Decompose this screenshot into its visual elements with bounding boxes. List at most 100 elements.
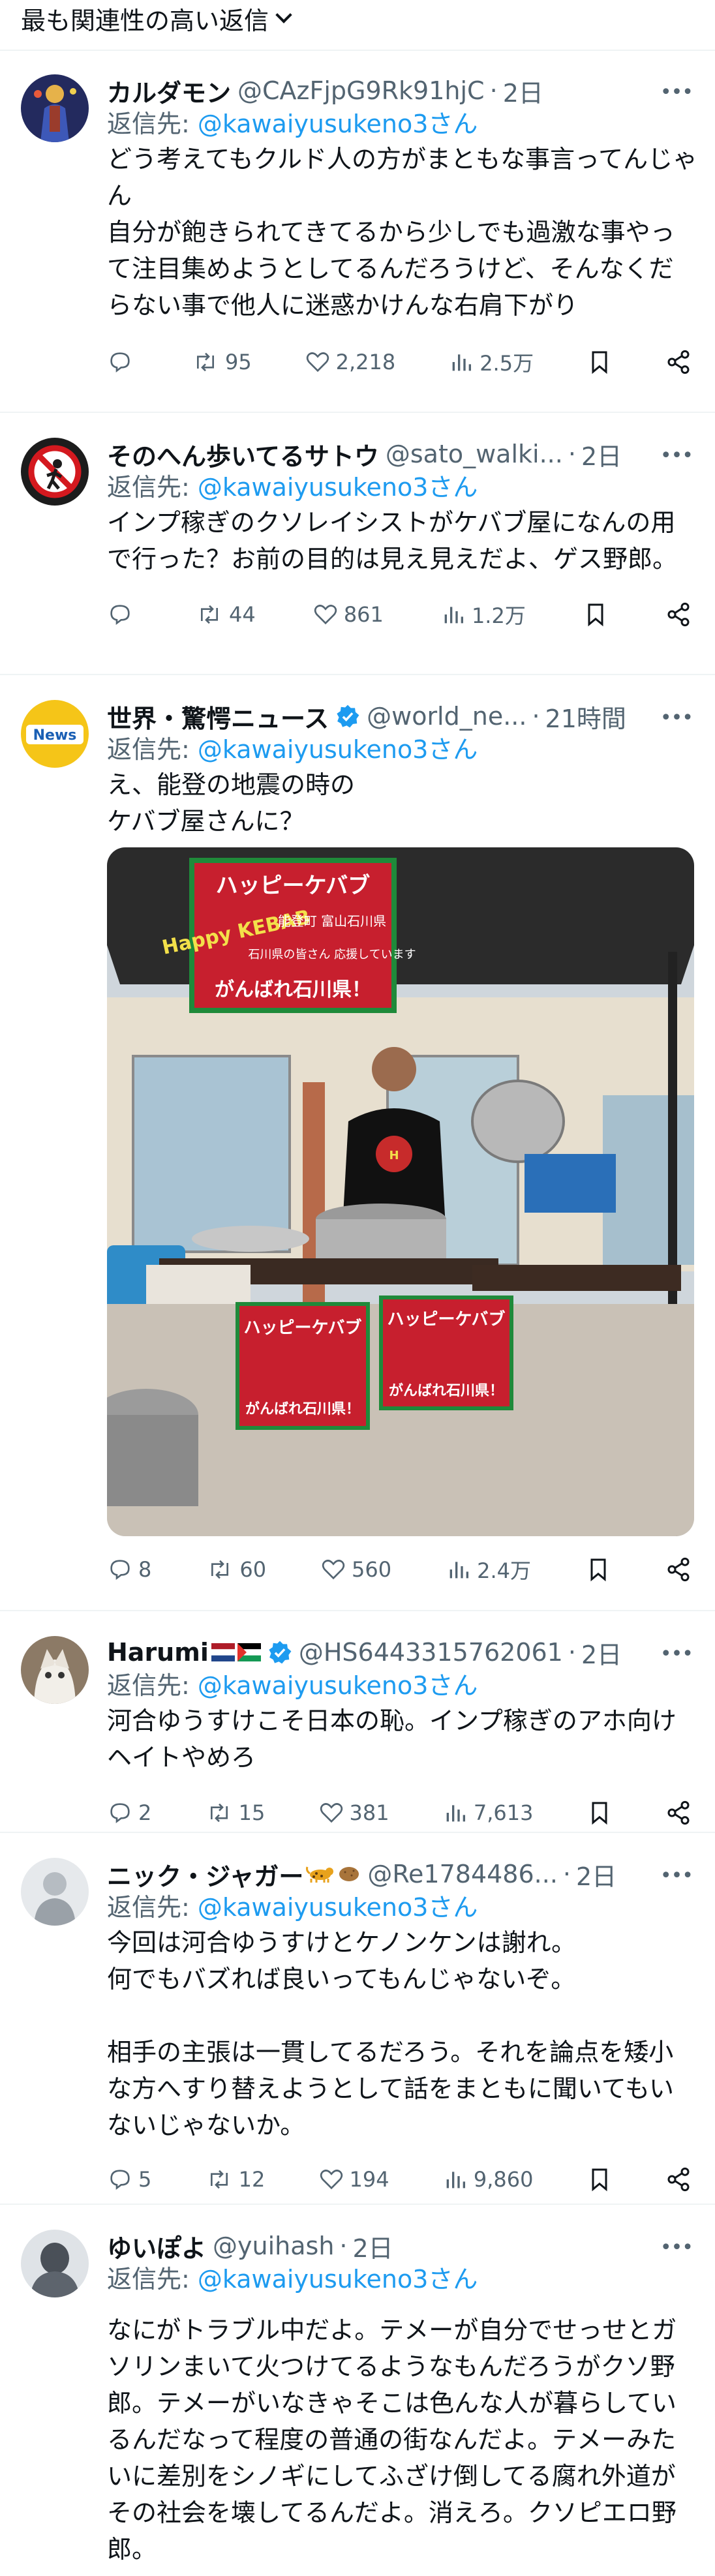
avatar[interactable] [21, 74, 89, 142]
more-icon[interactable]: ••• [660, 444, 693, 467]
reply-tweet[interactable]: カルダモン @CAzFjpG9Rk91hjC · 2日 ••• 返信先: @ka… [0, 51, 715, 413]
display-name[interactable]: そのへん歩いてるサトウ [107, 438, 379, 471]
bookmark-button[interactable] [586, 349, 613, 375]
timestamp[interactable]: 2日 [581, 438, 622, 471]
avatar[interactable] [21, 438, 89, 506]
like-button[interactable]: 2,218 [305, 349, 396, 375]
repost-count: 44 [229, 602, 256, 627]
reply-to-handle[interactable]: @kawaiyusukeno3さん [198, 473, 478, 502]
views-button[interactable]: 1.2万 [440, 599, 526, 629]
bookmark-button[interactable] [586, 2166, 613, 2192]
like-count: 2,218 [335, 350, 396, 374]
bookmark-button[interactable] [585, 1556, 611, 1583]
view-count: 2.4万 [477, 1558, 532, 1583]
tweet-text: なにがトラブル中だよ。テメーが自分でせっせとガソリンまいて火つけてるようなもんだ… [107, 2316, 677, 2564]
share-button[interactable] [665, 2166, 692, 2192]
display-name[interactable]: 世界・驚愕ニュース [107, 700, 329, 733]
repost-button[interactable]: 60 [205, 1556, 266, 1583]
reply-button[interactable] [107, 601, 138, 628]
timestamp[interactable]: 2日 [581, 1636, 622, 1669]
display-name[interactable]: ニック・ジャガー [107, 1858, 303, 1891]
reply-to-handle[interactable]: @kawaiyusukeno3さん [198, 110, 478, 138]
svg-text:H: H [389, 1149, 399, 1162]
more-icon[interactable]: ••• [660, 1864, 693, 1887]
views-button[interactable]: 2.4万 [446, 1554, 531, 1584]
user-handle[interactable]: @world_ne... [367, 702, 526, 731]
reply-to-handle[interactable]: @kawaiyusukeno3さん [198, 735, 478, 764]
share-button[interactable] [665, 601, 692, 628]
like-button[interactable]: 194 [318, 2166, 389, 2192]
share-button[interactable] [665, 1800, 692, 1826]
views-button[interactable]: 7,613 [442, 1800, 534, 1826]
reply-button[interactable] [107, 349, 138, 375]
avatar[interactable] [21, 2230, 89, 2297]
more-icon[interactable]: ••• [660, 1643, 693, 1665]
reply-to-handle[interactable]: @kawaiyusukeno3さん [198, 2265, 478, 2294]
timestamp[interactable]: 2日 [353, 2230, 393, 2263]
repost-button[interactable]: 12 [205, 2166, 265, 2192]
avatar-logo-text: News [33, 727, 77, 744]
reply-icon [110, 352, 130, 372]
palestine-flag-icon [237, 1643, 261, 1661]
table-banner-title-left: ハッピーケバブ [244, 1318, 362, 1338]
reply-count: 8 [138, 1557, 152, 1582]
bookmark-icon [592, 1802, 607, 1825]
display-name[interactable]: Harumi [107, 1638, 209, 1667]
tweet-content: 世界・驚愕ニュース @world_ne... · 21時間 ••• 返信先: @… [107, 700, 698, 1610]
views-button[interactable]: 2.5万 [448, 347, 534, 377]
reply-tweet[interactable]: Harumi @HS6443315762061 · 2日 ••• 返信先: @k… [0, 1611, 715, 1833]
bookmark-icon [592, 2168, 607, 2192]
table-banner-bottom-left: がんばれ石川県！ [245, 1401, 360, 1417]
tweet-header: ゆいぽよ @yuihash · 2日 [107, 2230, 698, 2262]
like-button[interactable]: 560 [320, 1556, 391, 1583]
banner-bottom-text: がんばれ石川県！ [215, 978, 371, 1001]
bookmark-button[interactable] [583, 601, 609, 628]
timestamp[interactable]: 21時間 [545, 700, 626, 733]
reply-tweet[interactable]: ニック・ジャガー @Re1784486... · 2日 ••• 返信先: @ka… [0, 1833, 715, 2205]
tweet-image[interactable]: ハッピーケバブ Happy KEBAB 能登町 富山石川県 石川県の皆さん 応援… [107, 847, 694, 1536]
reply-button[interactable]: 8 [107, 1556, 151, 1583]
tweet-header: ニック・ジャガー @Re1784486... · 2日 [107, 1858, 698, 1890]
like-button[interactable]: 861 [312, 601, 384, 628]
more-icon[interactable]: ••• [660, 2236, 693, 2259]
display-name[interactable]: ゆいぽよ [107, 2230, 206, 2263]
views-icon [449, 1562, 469, 1579]
repost-button[interactable]: 44 [195, 601, 256, 628]
sort-bar[interactable]: 最も関連性の高い返信 [0, 0, 715, 37]
repost-button[interactable]: 95 [191, 349, 252, 375]
user-handle[interactable]: @HS6443315762061 [299, 1638, 563, 1667]
display-name[interactable]: カルダモン [107, 74, 231, 108]
action-bar: 95 2,218 2.5万 [107, 339, 698, 385]
share-icon [667, 2167, 690, 2192]
timestamp[interactable]: 2日 [503, 74, 543, 108]
more-icon[interactable]: ••• [660, 81, 693, 104]
avatar[interactable] [21, 1858, 89, 1926]
reply-button[interactable]: 5 [107, 2166, 151, 2192]
view-count: 7,613 [473, 1800, 534, 1825]
views-button[interactable]: 9,860 [442, 2166, 533, 2192]
share-button[interactable] [665, 349, 692, 375]
bookmark-button[interactable] [586, 1800, 613, 1826]
reply-tweet[interactable]: そのへん歩いてるサトウ @sato_walki... · 2日 ••• 返信先:… [0, 413, 715, 675]
view-count: 1.2万 [471, 603, 526, 628]
reply-to-handle[interactable]: @kawaiyusukeno3さん [198, 1671, 478, 1700]
sort-label: 最も関連性の高い返信 [21, 6, 269, 35]
reply-to-handle[interactable]: @kawaiyusukeno3さん [198, 1893, 478, 1922]
user-handle[interactable]: @CAzFjpG9Rk91hjC [237, 76, 485, 105]
more-icon[interactable]: ••• [660, 706, 693, 729]
repost-count: 60 [239, 1557, 267, 1582]
reply-tweet[interactable]: ゆいぽよ @yuihash · 2日 ••• 返信先: @kawaiyusuke… [0, 2205, 715, 2570]
reply-prefix: 返信先: [107, 1893, 198, 1922]
timestamp[interactable]: 2日 [576, 1858, 616, 1891]
view-count: 2.5万 [479, 351, 534, 376]
user-handle[interactable]: @yuihash [213, 2232, 334, 2260]
reply-button[interactable]: 2 [107, 1800, 151, 1826]
avatar[interactable]: News [21, 700, 89, 768]
reply-tweet[interactable]: News 世界・驚愕ニュース @world_ne... · 21時間 ••• 返… [0, 675, 715, 1611]
user-handle[interactable]: @sato_walki... [386, 440, 563, 468]
avatar[interactable] [21, 1636, 89, 1704]
repost-button[interactable]: 15 [205, 1800, 265, 1826]
share-button[interactable] [665, 1556, 692, 1583]
like-button[interactable]: 381 [318, 1800, 389, 1826]
user-handle[interactable]: @Re1784486... [367, 1860, 558, 1888]
